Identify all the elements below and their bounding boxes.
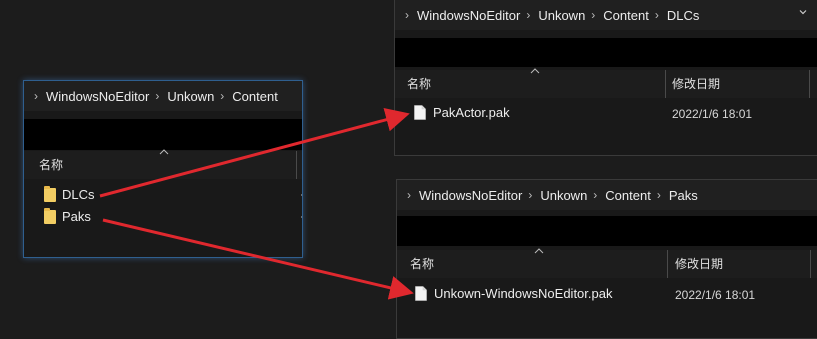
- arrow-dlcs-to-window: [99, 108, 410, 198]
- arrow-paks-to-window: [102, 218, 414, 300]
- annotation-arrows: [99, 108, 414, 300]
